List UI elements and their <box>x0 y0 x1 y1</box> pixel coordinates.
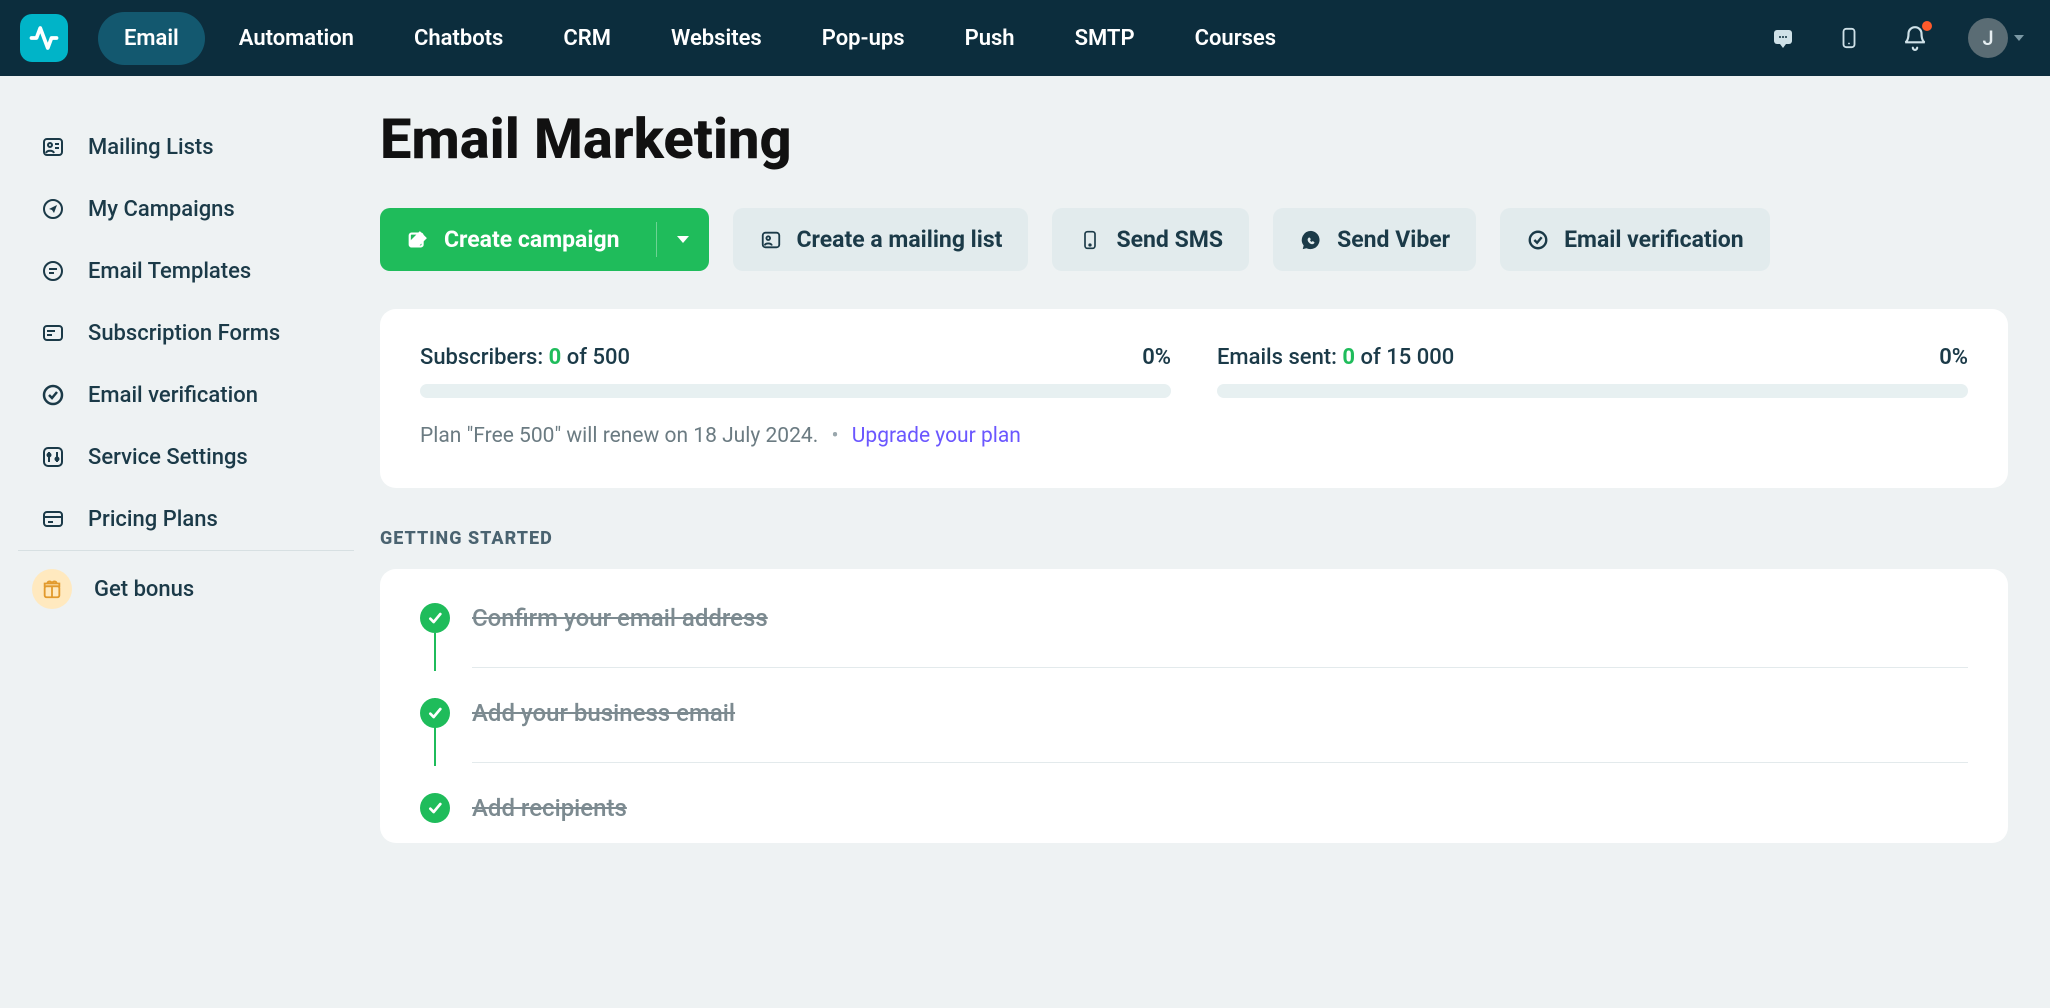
stat-value: 0 <box>549 345 562 370</box>
gs-item-confirm-email[interactable]: Confirm your email address <box>420 603 1968 667</box>
stat-label: Emails sent: <box>1217 345 1342 370</box>
main-content: Email Marketing Create campaign Create a… <box>380 76 2050 843</box>
verify-check-icon <box>1526 228 1550 252</box>
mobile-icon <box>1078 228 1102 252</box>
action-bar: Create campaign Create a mailing list Se… <box>380 208 2008 271</box>
upgrade-plan-link[interactable]: Upgrade your plan <box>852 424 1021 448</box>
nav-item-push[interactable]: Push <box>939 12 1041 65</box>
nav-item-email[interactable]: Email <box>98 12 205 65</box>
sidebar-item-label: Pricing Plans <box>88 507 218 532</box>
gs-item-label: Add recipients <box>472 793 1968 822</box>
pulse-icon <box>29 23 59 53</box>
send-icon <box>40 196 66 222</box>
separator-dot: • <box>831 424 838 448</box>
chevron-down-icon <box>677 236 689 243</box>
button-label: Create a mailing list <box>797 226 1003 253</box>
stat-percent: 0% <box>1939 345 1968 370</box>
check-circle-icon <box>420 603 450 633</box>
sidebar: Mailing Lists My Campaigns Email Templat… <box>0 76 380 843</box>
gs-item-add-business-email[interactable]: Add your business email <box>420 668 1968 762</box>
avatar: J <box>1968 18 2008 58</box>
stat-label: Subscribers: <box>420 345 549 370</box>
top-nav: Email Automation Chatbots CRM Websites P… <box>0 0 2050 76</box>
button-label: Create campaign <box>444 226 642 253</box>
check-circle-icon <box>420 698 450 728</box>
contact-card-icon <box>40 134 66 160</box>
chevron-down-icon <box>2014 35 2024 41</box>
sidebar-item-pricing-plans[interactable]: Pricing Plans <box>0 488 380 550</box>
plan-info: Plan "Free 500" will renew on 18 July 20… <box>420 424 1968 448</box>
send-viber-button[interactable]: Send Viber <box>1273 208 1476 271</box>
form-icon <box>40 320 66 346</box>
stat-value: 0 <box>1342 345 1355 370</box>
sidebar-item-label: Service Settings <box>88 445 248 470</box>
user-menu[interactable]: J <box>1968 18 2024 58</box>
gs-item-label: Confirm your email address <box>472 603 1968 632</box>
stat-percent: 0% <box>1142 345 1171 370</box>
progress-bar <box>1217 384 1968 398</box>
plan-text: Plan "Free 500" will renew on 18 July 20… <box>420 424 818 448</box>
contact-card-icon <box>759 228 783 252</box>
gs-item-label: Add your business email <box>472 698 1968 727</box>
sidebar-item-my-campaigns[interactable]: My Campaigns <box>0 178 380 240</box>
email-verification-button[interactable]: Email verification <box>1500 208 1770 271</box>
sidebar-item-label: Email verification <box>88 383 258 408</box>
sidebar-item-get-bonus[interactable]: Get bonus <box>0 551 380 627</box>
gs-item-add-recipients[interactable]: Add recipients <box>420 763 1968 833</box>
check-circle-icon <box>420 793 450 823</box>
gift-icon <box>32 569 72 609</box>
button-label: Send Viber <box>1337 226 1450 253</box>
timeline-connector <box>434 633 436 671</box>
nav-item-popups[interactable]: Pop-ups <box>796 12 931 65</box>
nav-item-automation[interactable]: Automation <box>213 12 380 65</box>
progress-bar <box>420 384 1171 398</box>
stats-card: Subscribers: 0 of 500 0% Emails sent: 0 … <box>380 309 2008 488</box>
nav-item-chatbots[interactable]: Chatbots <box>388 12 529 65</box>
sidebar-item-service-settings[interactable]: Service Settings <box>0 426 380 488</box>
template-icon <box>40 258 66 284</box>
viber-icon <box>1299 228 1323 252</box>
nav-item-smtp[interactable]: SMTP <box>1049 12 1161 65</box>
nav-item-crm[interactable]: CRM <box>537 12 637 65</box>
button-label: Email verification <box>1564 226 1744 253</box>
emails-sent-stat: Emails sent: 0 of 15 000 0% <box>1217 345 1968 398</box>
sidebar-item-email-verification[interactable]: Email verification <box>0 364 380 426</box>
sidebar-item-label: Email Templates <box>88 259 251 284</box>
settings-sliders-icon <box>40 444 66 470</box>
sidebar-item-label: Subscription Forms <box>88 321 280 346</box>
sidebar-item-label: Get bonus <box>94 577 194 602</box>
sidebar-item-label: Mailing Lists <box>88 135 214 160</box>
mobile-icon[interactable] <box>1836 25 1862 51</box>
sidebar-item-mailing-lists[interactable]: Mailing Lists <box>0 116 380 178</box>
getting-started-card: Confirm your email address Add your busi… <box>380 569 2008 843</box>
sidebar-item-subscription-forms[interactable]: Subscription Forms <box>0 302 380 364</box>
compose-icon <box>406 228 430 252</box>
button-label: Send SMS <box>1116 226 1223 253</box>
create-campaign-dropdown[interactable] <box>656 222 709 257</box>
create-mailing-list-button[interactable]: Create a mailing list <box>733 208 1029 271</box>
send-sms-button[interactable]: Send SMS <box>1052 208 1249 271</box>
page-title: Email Marketing <box>380 106 2008 172</box>
notification-dot <box>1922 21 1932 31</box>
nav-items: Email Automation Chatbots CRM Websites P… <box>98 12 1302 65</box>
sidebar-item-label: My Campaigns <box>88 197 235 222</box>
app-logo[interactable] <box>20 14 68 62</box>
getting-started-title: GETTING STARTED <box>380 528 2008 549</box>
chat-icon[interactable] <box>1770 25 1796 51</box>
create-campaign-button[interactable]: Create campaign <box>380 208 709 271</box>
stat-of: of 500 <box>561 345 630 370</box>
pricing-icon <box>40 506 66 532</box>
nav-right: J <box>1770 18 2024 58</box>
sidebar-item-email-templates[interactable]: Email Templates <box>0 240 380 302</box>
subscribers-stat: Subscribers: 0 of 500 0% <box>420 345 1171 398</box>
stat-of: of 15 000 <box>1355 345 1454 370</box>
verify-check-icon <box>40 382 66 408</box>
nav-item-courses[interactable]: Courses <box>1169 12 1303 65</box>
notifications-icon[interactable] <box>1902 25 1928 51</box>
nav-item-websites[interactable]: Websites <box>645 12 788 65</box>
